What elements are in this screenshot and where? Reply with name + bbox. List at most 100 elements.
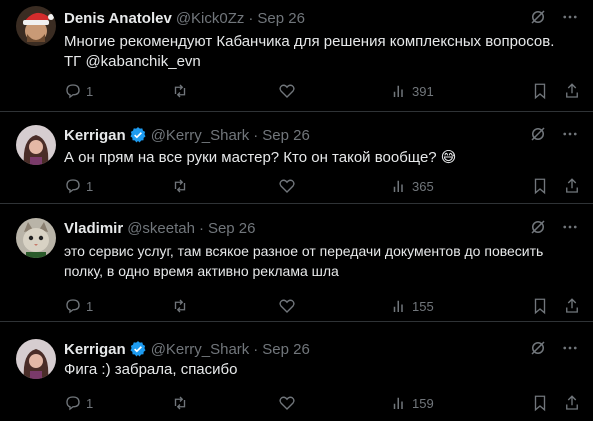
author-name[interactable]: Denis Anatolev bbox=[64, 10, 172, 27]
author-handle[interactable]: @skeetah bbox=[127, 220, 195, 237]
separator-dot: · bbox=[198, 219, 204, 237]
views-icon bbox=[393, 397, 403, 409]
grok-icon[interactable] bbox=[529, 125, 547, 143]
timestamp[interactable]: Sep 26 bbox=[262, 127, 310, 144]
repost-icon bbox=[174, 299, 186, 313]
reply-button[interactable]: 1 bbox=[64, 297, 171, 315]
avatar[interactable] bbox=[16, 218, 56, 258]
reply-icon bbox=[66, 299, 80, 314]
more-options-icon[interactable] bbox=[561, 125, 579, 143]
like-button[interactable] bbox=[278, 394, 390, 412]
author-name[interactable]: Kerrigan bbox=[64, 127, 126, 144]
heart-icon bbox=[279, 299, 295, 313]
avatar[interactable] bbox=[16, 339, 56, 379]
reply-button[interactable]: 1 bbox=[64, 177, 171, 195]
tweet-text-line: Фига :) забрала, спасибо bbox=[64, 361, 238, 378]
author-handle[interactable]: @Kerry_Shark bbox=[151, 127, 250, 144]
views-button[interactable]: 365 bbox=[390, 177, 492, 195]
reply-icon bbox=[66, 84, 80, 99]
like-button[interactable] bbox=[278, 177, 390, 195]
author-handle[interactable]: @Kick0Zz bbox=[176, 10, 245, 27]
more-options-icon[interactable] bbox=[561, 218, 579, 236]
views-button[interactable]: 155 bbox=[390, 297, 492, 315]
verified-badge-icon[interactable] bbox=[129, 340, 147, 358]
repost-icon bbox=[174, 84, 186, 98]
heart-icon bbox=[279, 84, 295, 98]
tweet-4[interactable]: Kerrigan @Kerry_Shark · Sep 26 Фига :) з… bbox=[0, 322, 593, 421]
like-button[interactable] bbox=[278, 82, 390, 100]
bookmark-icon bbox=[534, 395, 546, 412]
views-button[interactable]: 159 bbox=[390, 394, 492, 412]
reply-button[interactable]: 1 bbox=[64, 394, 171, 412]
timestamp[interactable]: Sep 26 bbox=[257, 10, 305, 27]
avatar[interactable] bbox=[16, 6, 56, 46]
like-button[interactable] bbox=[278, 297, 390, 315]
reply-count: 1 bbox=[86, 83, 94, 99]
share-button[interactable] bbox=[563, 82, 581, 100]
bookmark-icon bbox=[534, 178, 546, 195]
share-icon bbox=[566, 178, 578, 193]
repost-icon bbox=[174, 396, 186, 410]
tweet-text-line: Многие рекомендуют Кабанчика для решения… bbox=[64, 33, 555, 50]
santa-hat-avatar-icon bbox=[16, 6, 56, 46]
woman-avatar-icon bbox=[16, 125, 56, 165]
tweet-1[interactable]: Denis Anatolev @Kick0Zz · Sep 26 Многие … bbox=[0, 0, 593, 112]
views-icon bbox=[393, 300, 403, 312]
tweet-text-line: полку, в одно время активно реклама шла bbox=[64, 263, 339, 279]
view-count: 155 bbox=[412, 298, 434, 314]
view-count: 365 bbox=[412, 178, 434, 194]
separator-dot: · bbox=[253, 340, 259, 358]
share-button[interactable] bbox=[563, 297, 581, 315]
separator-dot: · bbox=[253, 126, 259, 144]
heart-icon bbox=[279, 179, 295, 193]
author-handle[interactable]: @Kerry_Shark bbox=[151, 341, 250, 358]
bookmark-button[interactable] bbox=[531, 297, 549, 315]
heart-icon bbox=[279, 396, 295, 410]
avatar[interactable] bbox=[16, 125, 56, 165]
bookmark-button[interactable] bbox=[531, 394, 549, 412]
separator-dot: · bbox=[248, 9, 254, 27]
author-name[interactable]: Kerrigan bbox=[64, 341, 126, 358]
reply-button[interactable]: 1 bbox=[64, 82, 171, 100]
share-icon bbox=[566, 298, 578, 313]
tweet-3[interactable]: Vladimir @skeetah · Sep 26 это сервис ус… bbox=[0, 204, 593, 322]
woman-avatar-icon bbox=[16, 339, 56, 379]
timestamp[interactable]: Sep 26 bbox=[262, 341, 310, 358]
more-options-icon[interactable] bbox=[561, 339, 579, 357]
reply-icon bbox=[66, 179, 80, 194]
author-name[interactable]: Vladimir bbox=[64, 220, 123, 237]
reply-count: 1 bbox=[86, 395, 94, 411]
share-icon bbox=[566, 395, 578, 410]
share-icon bbox=[566, 83, 578, 98]
views-icon bbox=[393, 180, 403, 192]
view-count: 391 bbox=[412, 83, 434, 99]
view-count: 159 bbox=[412, 395, 434, 411]
bookmark-icon bbox=[534, 298, 546, 315]
repost-button[interactable] bbox=[171, 82, 278, 100]
reply-count: 1 bbox=[86, 298, 94, 314]
timestamp[interactable]: Sep 26 bbox=[208, 220, 256, 237]
grok-icon[interactable] bbox=[529, 8, 547, 26]
repost-icon bbox=[174, 179, 186, 193]
bookmark-button[interactable] bbox=[531, 177, 549, 195]
bookmark-icon bbox=[534, 83, 546, 100]
tweet-text-line: А он прям на все руки мастер? Кто он так… bbox=[64, 149, 457, 166]
reply-icon bbox=[66, 396, 80, 411]
tweet-text-line: ТГ @kabanchik_evn bbox=[64, 53, 201, 70]
bookmark-button[interactable] bbox=[531, 82, 549, 100]
repost-button[interactable] bbox=[171, 394, 278, 412]
grok-icon[interactable] bbox=[529, 339, 547, 357]
share-button[interactable] bbox=[563, 177, 581, 195]
repost-button[interactable] bbox=[171, 297, 278, 315]
tweet-text-line: это сервис услуг, там всякое разное от п… bbox=[64, 243, 544, 259]
tweet-2[interactable]: Kerrigan @Kerry_Shark · Sep 26 А он прям… bbox=[0, 112, 593, 204]
reply-count: 1 bbox=[86, 178, 94, 194]
share-button[interactable] bbox=[563, 394, 581, 412]
cat-avatar-icon bbox=[16, 218, 56, 258]
views-icon bbox=[393, 85, 403, 97]
views-button[interactable]: 391 bbox=[390, 82, 492, 100]
more-options-icon[interactable] bbox=[561, 8, 579, 26]
verified-badge-icon[interactable] bbox=[129, 126, 147, 144]
grok-icon[interactable] bbox=[529, 218, 547, 236]
repost-button[interactable] bbox=[171, 177, 278, 195]
